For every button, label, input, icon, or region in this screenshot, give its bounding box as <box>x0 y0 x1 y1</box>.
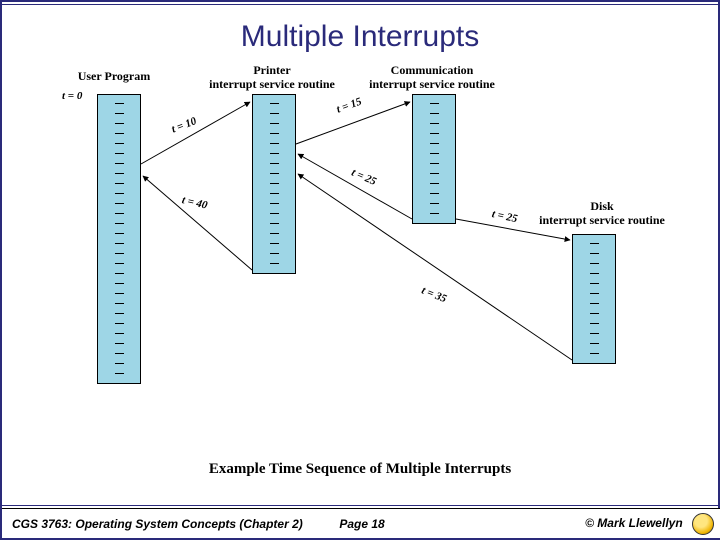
slide-frame: Multiple Interrupts User Program Printer… <box>0 0 720 540</box>
footer-author: © Mark Llewellyn <box>585 516 683 530</box>
top-hairline <box>2 4 720 5</box>
footer-hairline <box>2 505 720 506</box>
interrupt-diagram: User Program Printerinterrupt service ro… <box>52 64 672 464</box>
footer-course: CGS 3763: Operating System Concepts (Cha… <box>12 517 303 531</box>
diagram-caption: Example Time Sequence of Multiple Interr… <box>2 461 718 478</box>
slide-title: Multiple Interrupts <box>2 20 718 54</box>
ucf-logo-icon <box>692 513 714 535</box>
arrows-layer <box>52 64 672 464</box>
footer-right: © Mark Llewellyn <box>585 513 714 535</box>
slide-footer: CGS 3763: Operating System Concepts (Cha… <box>2 508 720 538</box>
